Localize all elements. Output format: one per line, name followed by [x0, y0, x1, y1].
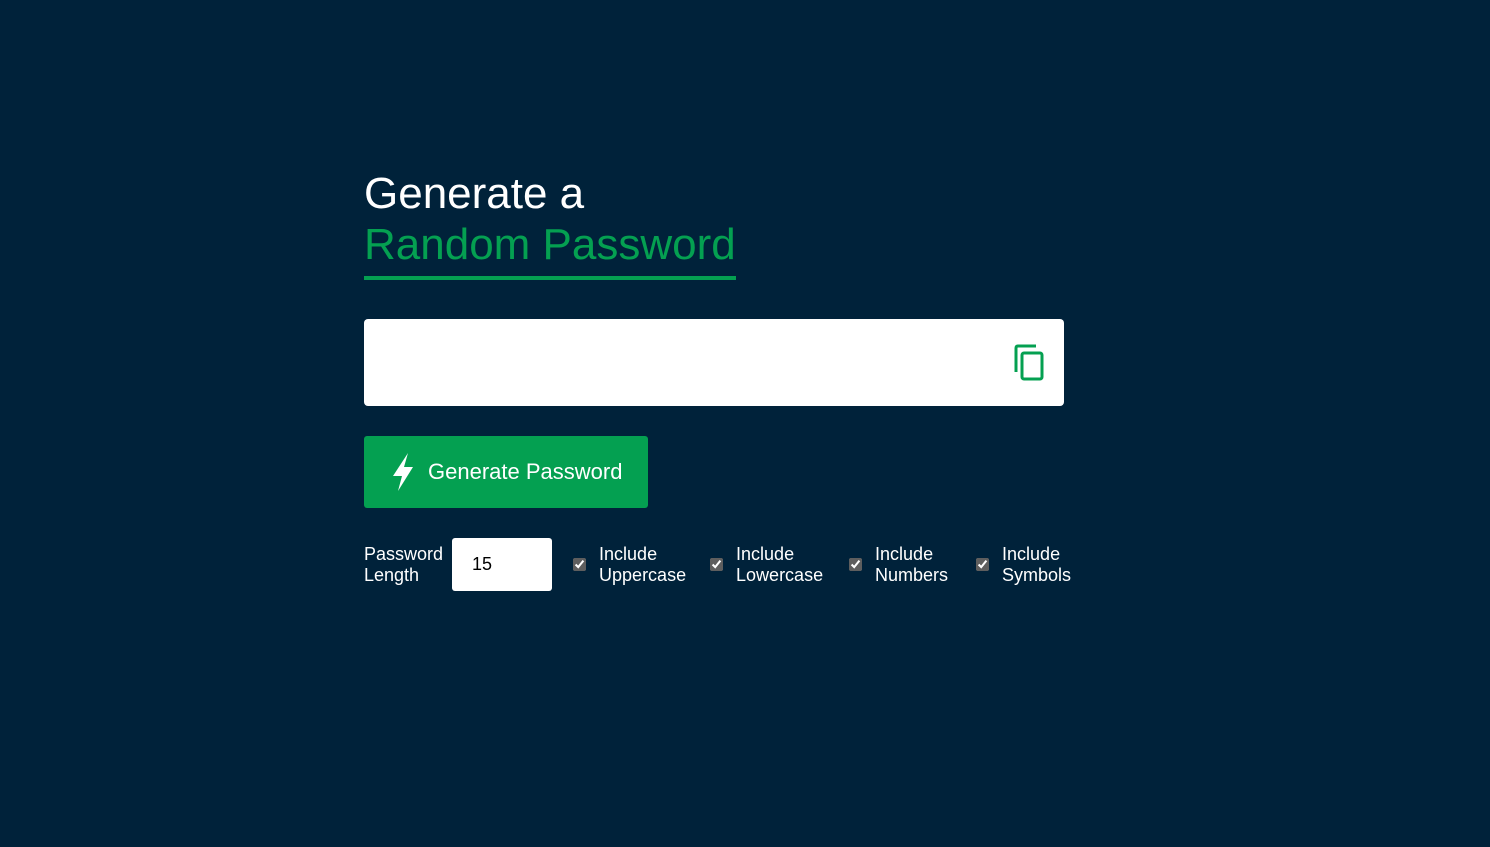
lowercase-label[interactable]: Include Lowercase — [736, 544, 826, 586]
password-length-label: Password Length — [364, 543, 444, 585]
lowercase-checkbox[interactable] — [710, 558, 724, 571]
option-symbols: Include Symbols — [976, 544, 1074, 586]
title-line-1: Generate a — [364, 169, 585, 218]
symbols-checkbox[interactable] — [976, 558, 990, 571]
uppercase-label[interactable]: Include Uppercase — [599, 544, 689, 586]
generate-button-label: Generate Password — [428, 459, 623, 484]
password-length-input[interactable] — [452, 538, 553, 591]
option-lowercase: Include Lowercase — [710, 544, 826, 586]
copy-icon[interactable] — [1012, 344, 1046, 382]
password-output-box — [364, 319, 1064, 408]
numbers-checkbox[interactable] — [849, 558, 863, 571]
symbols-label[interactable]: Include Symbols — [1002, 544, 1074, 586]
page-title: Generate a Random Password — [364, 168, 1064, 280]
options-row: Password Length Include Uppercase Includ… — [364, 538, 1071, 591]
password-output[interactable] — [384, 319, 988, 408]
option-numbers: Include Numbers — [849, 544, 953, 586]
option-uppercase: Include Uppercase — [573, 544, 689, 586]
title-line-2: Random Password — [364, 219, 736, 280]
numbers-label[interactable]: Include Numbers — [875, 544, 953, 586]
generate-password-button[interactable]: Generate Password — [364, 436, 648, 508]
uppercase-checkbox[interactable] — [573, 558, 587, 571]
password-generator: Generate a Random Password Generate Pass… — [364, 168, 1071, 591]
lightning-bolt-icon — [393, 453, 413, 491]
